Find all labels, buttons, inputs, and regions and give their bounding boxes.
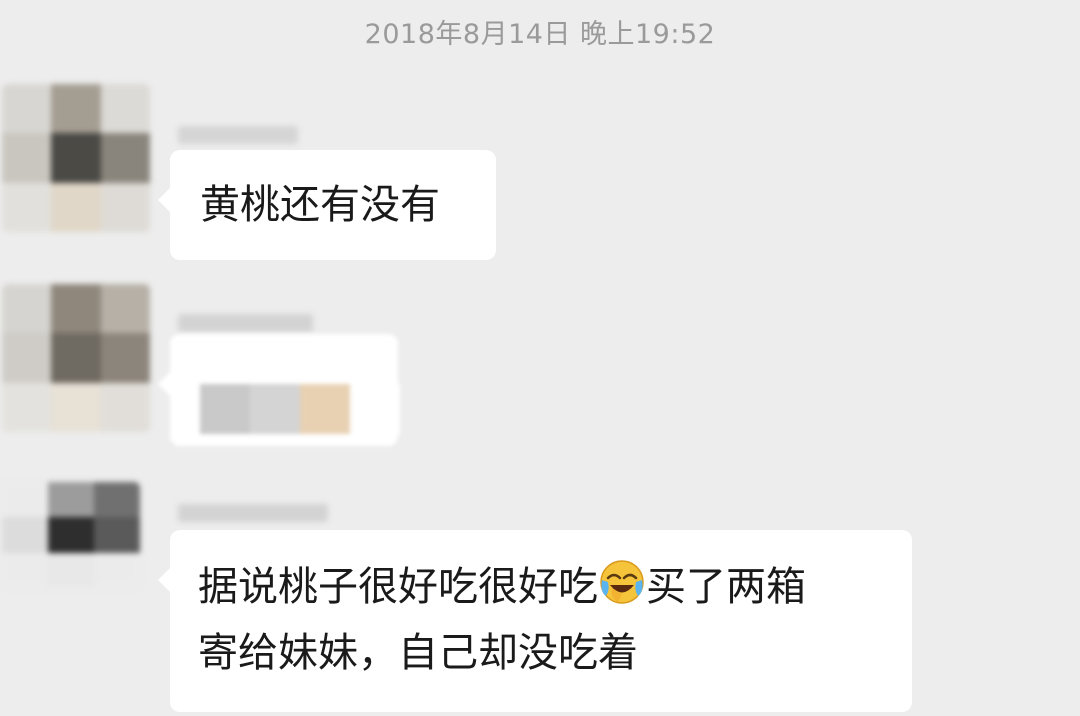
face-with-tears-of-joy-icon (600, 560, 644, 604)
message-row-2 (0, 284, 1080, 454)
message-text-part: 买了两箱 (646, 564, 806, 610)
message-row-3: 据说桃子很好吃很好吃 买了两箱 寄给妹妹，自己却没吃着 (0, 482, 1080, 716)
chat-timestamp: 2018年8月14日 晚上19:52 (364, 19, 716, 50)
message-row-1: 黄桃还有没有 (0, 84, 1080, 264)
message-text-line-1: 据说桃子很好吃很好吃 买了两箱 (198, 554, 884, 620)
avatar[interactable] (2, 84, 150, 232)
message-text-line-2: 寄给妹妹，自己却没吃着 (198, 630, 638, 676)
sender-name-blurred (178, 118, 328, 152)
blurred-image (200, 384, 400, 434)
message-text: 黄桃还有没有 (200, 182, 440, 228)
message-bubble[interactable]: 黄桃还有没有 (158, 150, 496, 260)
message-bubble[interactable]: 据说桃子很好吃很好吃 买了两箱 寄给妹妹，自己却没吃着 (158, 530, 912, 712)
avatar[interactable] (2, 482, 140, 588)
sender-name-blurred (178, 496, 328, 530)
message-text-part: 据说桃子很好吃很好吃 (198, 564, 598, 610)
avatar[interactable] (2, 284, 150, 432)
image-message-bubble[interactable] (158, 334, 400, 446)
